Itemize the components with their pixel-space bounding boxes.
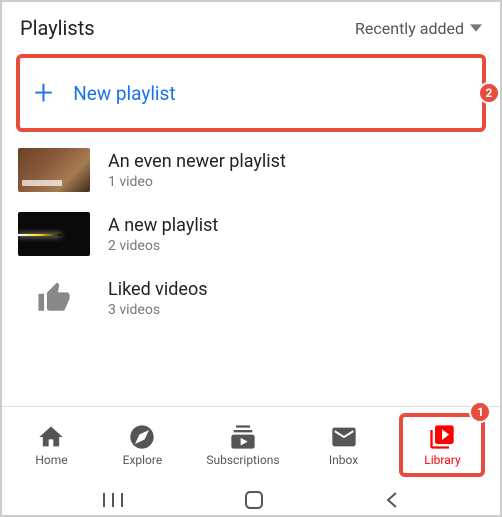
chevron-down-icon bbox=[470, 22, 482, 34]
playlist-title: Liked videos bbox=[108, 279, 208, 300]
playlist-row[interactable]: An even newer playlist 1 video bbox=[10, 138, 492, 202]
app-screen: Playlists Recently added + New playlist … bbox=[0, 0, 502, 517]
playlist-text: A new playlist 2 videos bbox=[108, 215, 218, 254]
sort-label: Recently added bbox=[355, 19, 464, 38]
bottom-nav: Home Explore Subscriptions Inbox 1 Libra… bbox=[2, 407, 500, 479]
back-icon[interactable] bbox=[382, 490, 402, 510]
playlist-title: An even newer playlist bbox=[108, 151, 286, 172]
nav-library[interactable]: Library bbox=[407, 419, 477, 471]
nav-explore[interactable]: Explore bbox=[107, 419, 177, 471]
compass-icon bbox=[128, 423, 156, 451]
annotation-badge-1: 1 bbox=[469, 401, 491, 423]
plus-icon: + bbox=[34, 76, 53, 110]
sort-dropdown[interactable]: Recently added bbox=[355, 19, 482, 38]
nav-label: Library bbox=[424, 453, 460, 467]
annotation-badge-2: 2 bbox=[478, 82, 500, 104]
subscriptions-icon bbox=[229, 423, 257, 451]
home-icon bbox=[37, 423, 65, 451]
playlist-thumbnail bbox=[18, 148, 90, 192]
nav-label: Explore bbox=[123, 453, 163, 467]
system-nav-bar bbox=[2, 479, 500, 515]
nav-label: Home bbox=[35, 453, 67, 467]
nav-label: Inbox bbox=[329, 453, 358, 467]
playlist-list: + New playlist 2 An even newer playlist … bbox=[2, 50, 500, 402]
playlist-subtitle: 2 videos bbox=[108, 238, 218, 254]
nav-label: Subscriptions bbox=[206, 453, 279, 467]
section-header: Playlists Recently added bbox=[2, 2, 500, 50]
thumbs-up-icon bbox=[37, 281, 71, 315]
annotation-highlight-1: 1 Library bbox=[399, 413, 485, 477]
new-playlist-button[interactable]: + New playlist bbox=[16, 54, 486, 132]
playlist-text: Liked videos 3 videos bbox=[108, 279, 208, 318]
nav-inbox[interactable]: Inbox bbox=[309, 419, 379, 471]
home-system-icon[interactable] bbox=[243, 489, 265, 511]
recent-apps-icon[interactable] bbox=[100, 491, 126, 509]
playlist-text: An even newer playlist 1 video bbox=[108, 151, 286, 190]
section-title: Playlists bbox=[20, 16, 95, 40]
mail-icon bbox=[330, 423, 358, 451]
library-icon bbox=[428, 423, 456, 451]
playlist-subtitle: 3 videos bbox=[108, 302, 208, 318]
nav-subscriptions[interactable]: Subscriptions bbox=[198, 419, 287, 471]
nav-home[interactable]: Home bbox=[16, 419, 86, 471]
liked-videos-thumbnail bbox=[18, 276, 90, 320]
playlist-thumbnail bbox=[18, 212, 90, 256]
playlist-subtitle: 1 video bbox=[108, 174, 286, 190]
playlist-title: A new playlist bbox=[108, 215, 218, 236]
new-playlist-label: New playlist bbox=[73, 82, 175, 105]
playlist-row[interactable]: A new playlist 2 videos bbox=[10, 202, 492, 266]
annotation-highlight-2: + New playlist 2 bbox=[16, 54, 486, 132]
playlist-row[interactable]: Liked videos 3 videos bbox=[10, 266, 492, 330]
